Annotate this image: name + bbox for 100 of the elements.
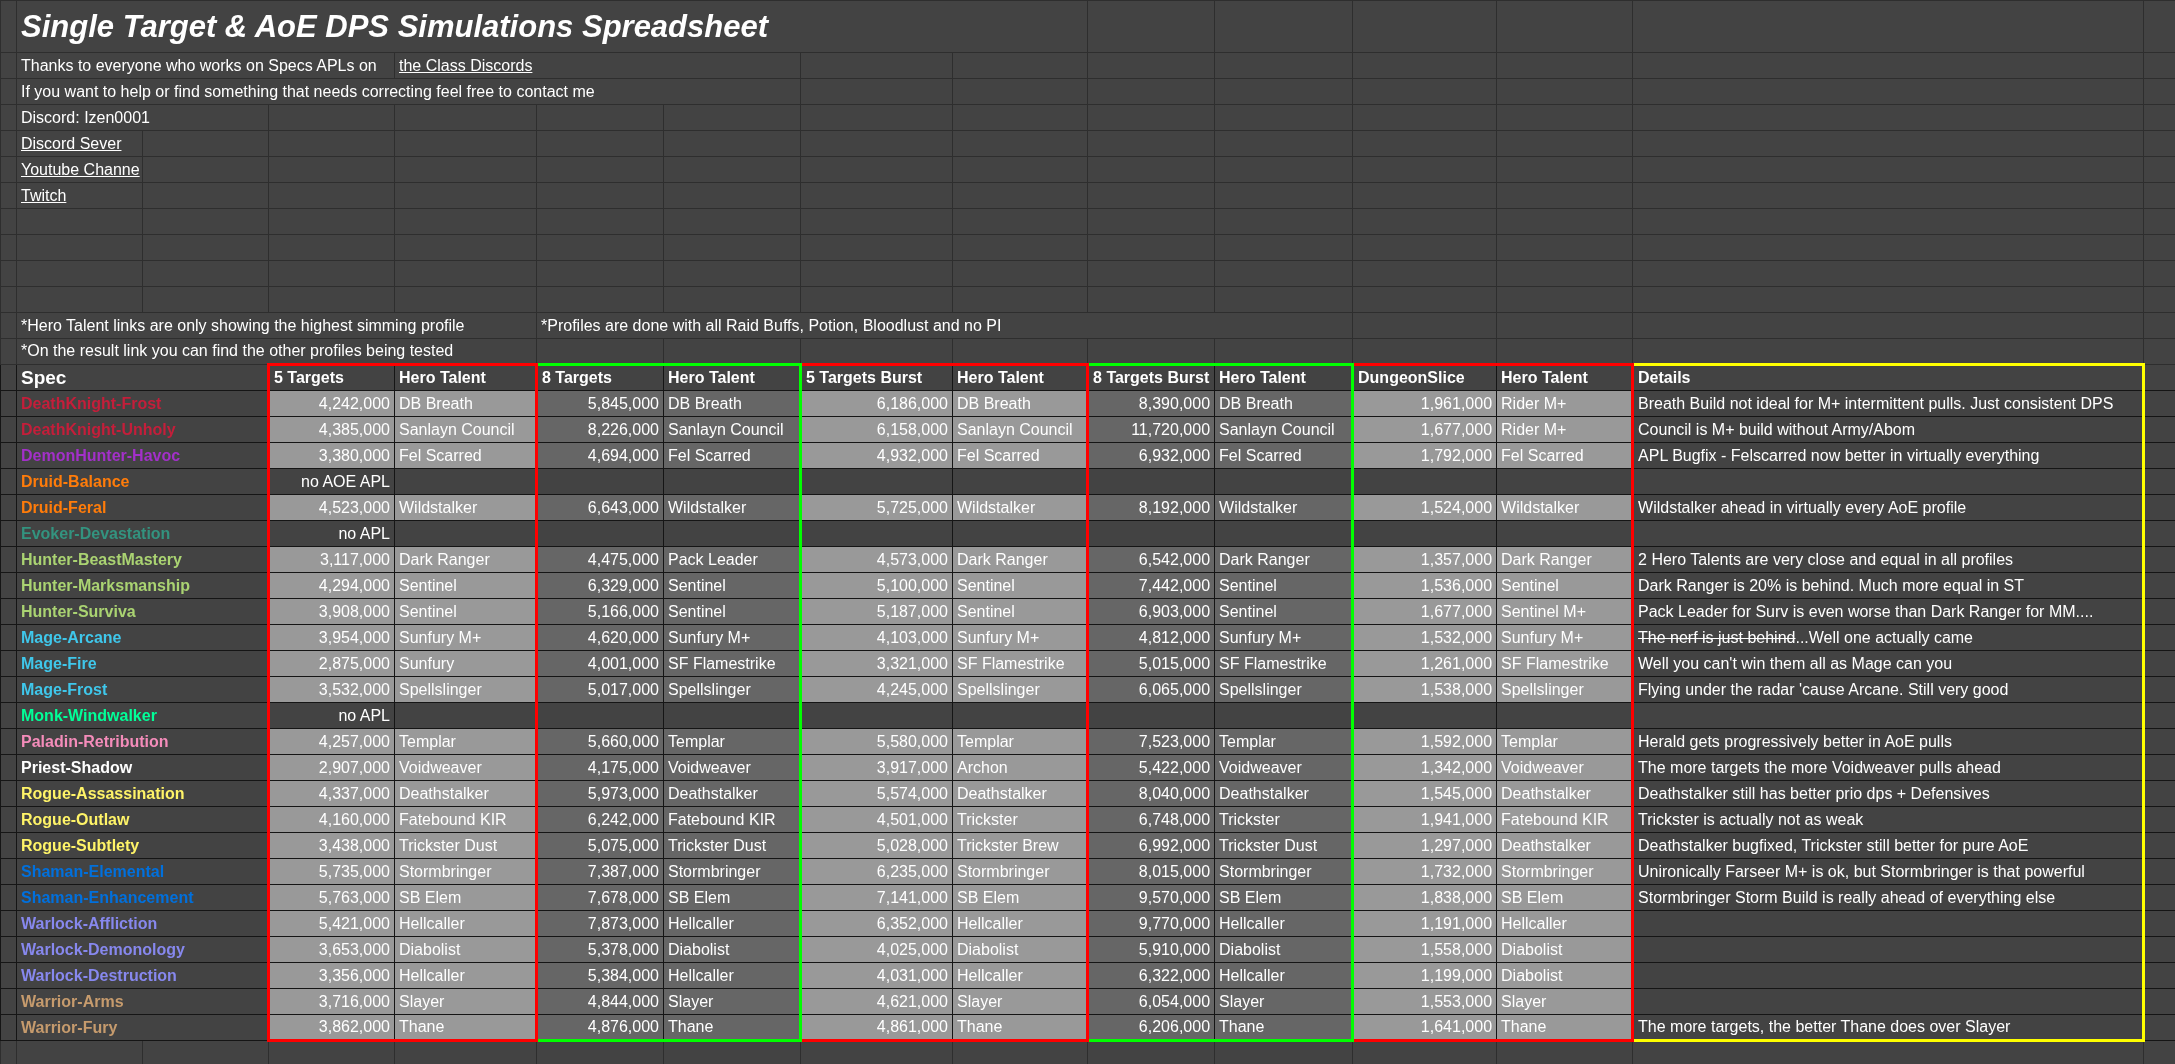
table-cell: 3,653,000 xyxy=(268,936,395,963)
spec-label: DemonHunter-Havoc xyxy=(16,442,269,469)
table-cell: Sanlayn Council xyxy=(663,416,801,443)
table-cell: 7,523,000 xyxy=(1087,728,1215,755)
table-cell: 6,352,000 xyxy=(800,910,953,937)
table-cell: Sentinel xyxy=(952,572,1088,599)
table-cell: Dark Ranger xyxy=(1214,546,1353,573)
table-cell: Templar xyxy=(952,728,1088,755)
table-cell: Stormbringer xyxy=(394,858,537,885)
table-cell: Hellcaller xyxy=(663,962,801,989)
table-cell: SF Flamestrike xyxy=(663,650,801,677)
table-cell: 3,380,000 xyxy=(268,442,395,469)
sheet-title: Single Target & AoE DPS Simulations Spreadsheet xyxy=(16,0,1088,53)
table-cell: 4,103,000 xyxy=(800,624,953,651)
table-cell: Diabolist xyxy=(394,936,537,963)
spec-label: Monk-Windwalker xyxy=(16,702,269,729)
table-cell: 1,558,000 xyxy=(1352,936,1497,963)
table-cell: 3,862,000 xyxy=(268,1014,395,1041)
column-header: Hero Talent xyxy=(1214,364,1353,391)
table-cell: 3,117,000 xyxy=(268,546,395,573)
table-cell: The nerf is just behind...Well one actually came xyxy=(1632,624,2144,651)
table-cell: 4,242,000 xyxy=(268,390,395,417)
table-cell: DB Breath xyxy=(1214,390,1353,417)
table-cell: 6,065,000 xyxy=(1087,676,1215,703)
table-cell: APL Bugfix - Felscarred now better in virtually everything xyxy=(1632,442,2144,469)
table-cell: Deathstalker xyxy=(1496,780,1633,807)
spec-label: Mage-Frost xyxy=(16,676,269,703)
table-cell: Archon xyxy=(952,754,1088,781)
table-cell: Stormbringer Storm Build is really ahead of everything else xyxy=(1632,884,2144,911)
table-cell: DB Breath xyxy=(394,390,537,417)
table-cell: Hellcaller xyxy=(663,910,801,937)
table-cell: 6,235,000 xyxy=(800,858,953,885)
table-cell: 5,910,000 xyxy=(1087,936,1215,963)
table-cell: 4,294,000 xyxy=(268,572,395,599)
table-cell: Thane xyxy=(663,1014,801,1041)
spec-label: Paladin-Retribution xyxy=(16,728,269,755)
table-cell: 5,384,000 xyxy=(536,962,664,989)
table-cell: 8,226,000 xyxy=(536,416,664,443)
column-header: 5 Targets Burst xyxy=(800,364,953,391)
table-cell: 7,442,000 xyxy=(1087,572,1215,599)
table-cell: Sunfury M+ xyxy=(1214,624,1353,651)
table-cell: Diabolist xyxy=(1496,962,1633,989)
table-cell: 1,553,000 xyxy=(1352,988,1497,1015)
table-cell: Deathstalker still has better prio dps + Defensives xyxy=(1632,780,2144,807)
table-cell: 9,570,000 xyxy=(1087,884,1215,911)
table-cell: 6,322,000 xyxy=(1087,962,1215,989)
spec-label: Mage-Fire xyxy=(16,650,269,677)
table-cell: 6,158,000 xyxy=(800,416,953,443)
spec-label: Mage-Arcane xyxy=(16,624,269,651)
table-cell: 4,812,000 xyxy=(1087,624,1215,651)
table-cell: Trickster xyxy=(952,806,1088,833)
table-cell: Templar xyxy=(1214,728,1353,755)
table-cell: 6,542,000 xyxy=(1087,546,1215,573)
table-cell: Wildstalker xyxy=(1496,494,1633,521)
table-cell: 5,100,000 xyxy=(800,572,953,599)
table-cell: Diabolist xyxy=(952,936,1088,963)
table-cell: Dark Ranger xyxy=(952,546,1088,573)
table-cell: Rider M+ xyxy=(1496,416,1633,443)
table-cell: Trickster Dust xyxy=(1214,832,1353,859)
column-header: Hero Talent xyxy=(394,364,537,391)
table-cell: Sanlayn Council xyxy=(394,416,537,443)
spec-label: Shaman-Elemental xyxy=(16,858,269,885)
table-cell: 4,245,000 xyxy=(800,676,953,703)
table-cell: Fatebound KIR xyxy=(663,806,801,833)
table-cell: 1,297,000 xyxy=(1352,832,1497,859)
table-cell: SB Elem xyxy=(952,884,1088,911)
table-cell: 3,532,000 xyxy=(268,676,395,703)
table-cell: Trickster is actually not as weak xyxy=(1632,806,2144,833)
table-cell: Dark Ranger is 20% is behind. Much more equal in ST xyxy=(1632,572,2144,599)
table-cell: 7,387,000 xyxy=(536,858,664,885)
table-cell: Sanlayn Council xyxy=(1214,416,1353,443)
table-cell: Sentinel xyxy=(1496,572,1633,599)
table-cell: no APL xyxy=(268,702,395,729)
table-cell: Voidweaver xyxy=(1214,754,1353,781)
table-cell: Wildstalker xyxy=(663,494,801,521)
spec-label: Rogue-Assassination xyxy=(16,780,269,807)
table-cell: Sunfury M+ xyxy=(952,624,1088,651)
table-cell: Fel Scarred xyxy=(663,442,801,469)
table-cell: 1,357,000 xyxy=(1352,546,1497,573)
table-cell: 7,873,000 xyxy=(536,910,664,937)
table-cell: 5,763,000 xyxy=(268,884,395,911)
table-cell: 4,031,000 xyxy=(800,962,953,989)
table-cell: 1,677,000 xyxy=(1352,598,1497,625)
table-cell: 5,166,000 xyxy=(536,598,664,625)
table-cell: Sunfury M+ xyxy=(394,624,537,651)
table-cell: Breath Build not ideal for M+ intermittent pulls. Just consistent DPS xyxy=(1632,390,2144,417)
table-cell: Fatebound KIR xyxy=(394,806,537,833)
table-cell: no AOE APL xyxy=(268,468,395,495)
table-cell: Slayer xyxy=(394,988,537,1015)
table-cell: Diabolist xyxy=(1214,936,1353,963)
table-cell: 5,574,000 xyxy=(800,780,953,807)
table-cell: 4,573,000 xyxy=(800,546,953,573)
spec-label: Rogue-Outlaw xyxy=(16,806,269,833)
table-cell: Pack Leader for Surv is even worse than Dark Ranger for MM.... xyxy=(1632,598,2144,625)
table-cell: 5,187,000 xyxy=(800,598,953,625)
spec-label: Druid-Feral xyxy=(16,494,269,521)
table-cell: Templar xyxy=(394,728,537,755)
table-cell: 5,580,000 xyxy=(800,728,953,755)
table-cell: 1,961,000 xyxy=(1352,390,1497,417)
table-cell: Dark Ranger xyxy=(1496,546,1633,573)
